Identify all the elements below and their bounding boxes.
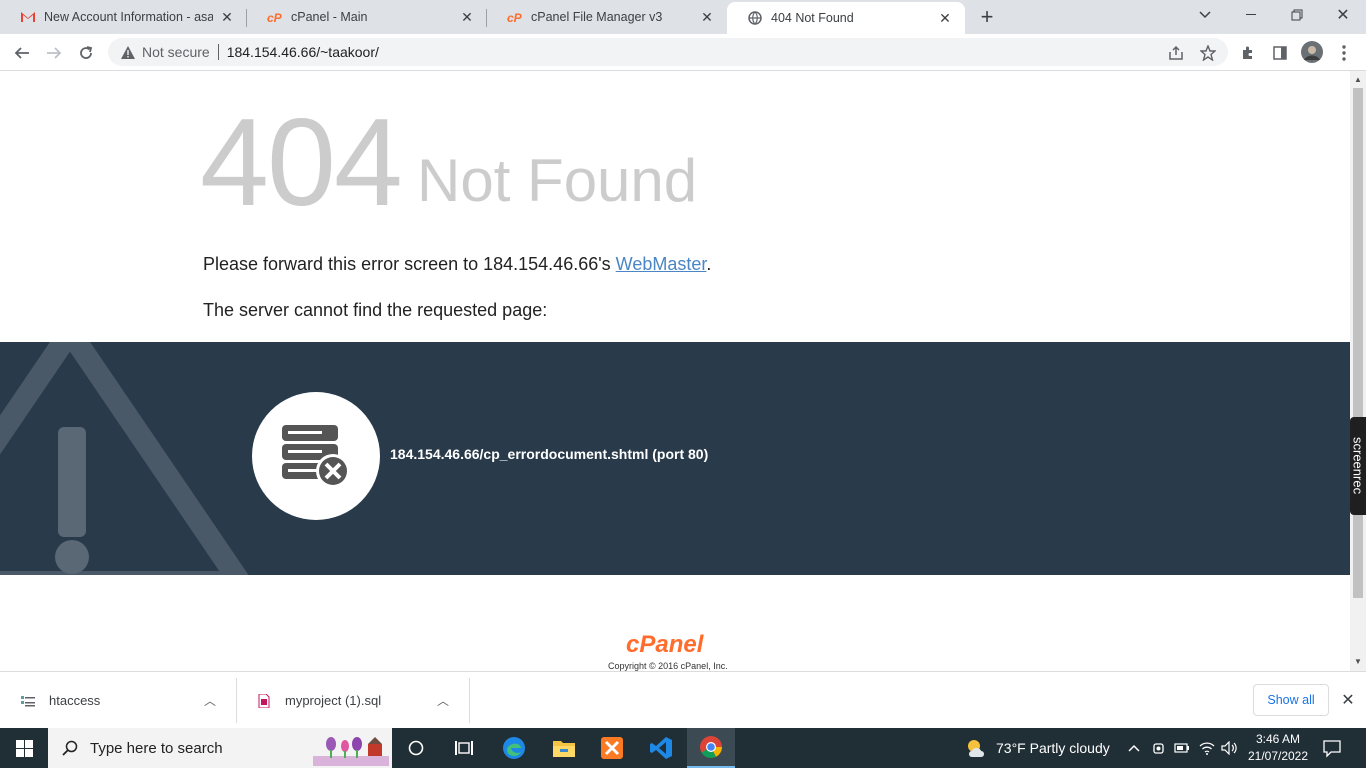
cortana-icon[interactable] bbox=[392, 728, 440, 768]
notification-icon[interactable] bbox=[1322, 738, 1342, 758]
tab-title: 404 Not Found bbox=[771, 11, 854, 25]
taskbar: Type here to search 73°F Partly cloudy 3… bbox=[0, 728, 1366, 768]
download-filename: myproject (1).sql bbox=[285, 693, 382, 708]
webmaster-link[interactable]: WebMaster bbox=[616, 254, 707, 274]
clock[interactable]: 3:46 AM 21/07/2022 bbox=[1246, 731, 1310, 765]
address-bar[interactable]: Not secure 184.154.46.66/~taakoor/ bbox=[108, 38, 1228, 66]
chevron-up-icon[interactable] bbox=[1128, 728, 1140, 768]
reload-button[interactable] bbox=[72, 39, 100, 67]
server-error-icon bbox=[282, 425, 350, 488]
scroll-down-arrow-icon[interactable]: ▼ bbox=[1354, 657, 1362, 666]
close-icon[interactable]: ✕ bbox=[699, 9, 715, 25]
meet-now-icon[interactable] bbox=[1152, 728, 1166, 768]
close-icon[interactable]: ✕ bbox=[937, 10, 953, 26]
tab-search-icon[interactable] bbox=[1182, 0, 1228, 30]
weather-widget[interactable]: 73°F Partly cloudy bbox=[964, 728, 1110, 768]
tab-404[interactable]: 404 Not Found ✕ bbox=[727, 2, 965, 34]
error-heading: Not Found bbox=[417, 147, 698, 214]
scroll-up-arrow-icon[interactable]: ▲ bbox=[1354, 75, 1362, 84]
menu-icon[interactable] bbox=[1334, 44, 1354, 62]
back-button[interactable] bbox=[8, 39, 36, 67]
close-icon[interactable]: ✕ bbox=[219, 9, 235, 25]
copyright-text: Copyright © 2016 cPanel, Inc. bbox=[608, 661, 728, 671]
gmail-icon bbox=[20, 9, 36, 25]
wifi-icon[interactable] bbox=[1199, 728, 1215, 768]
cpanel-logo: cPanel bbox=[626, 631, 704, 658]
xampp-icon[interactable] bbox=[588, 728, 636, 768]
scrollbar-thumb[interactable] bbox=[1353, 88, 1363, 598]
task-view-icon[interactable] bbox=[440, 728, 488, 768]
forward-message: Please forward this error screen to 184.… bbox=[203, 254, 712, 274]
windows-start-icon[interactable] bbox=[0, 728, 48, 768]
address-toolbar: Not secure 184.154.46.66/~taakoor/ bbox=[0, 34, 1366, 71]
cpanel-icon: cP bbox=[267, 9, 283, 25]
partly-cloudy-icon bbox=[968, 740, 984, 757]
tulips-illustration-icon bbox=[313, 737, 389, 766]
clock-time: 3:46 AM bbox=[1255, 732, 1301, 746]
error-code: 404 bbox=[200, 94, 403, 232]
close-window-button[interactable]: ✕ bbox=[1320, 0, 1366, 30]
side-panel-icon[interactable] bbox=[1270, 44, 1290, 62]
sql-file-icon bbox=[256, 693, 272, 709]
search-placeholder: Type here to search bbox=[90, 739, 223, 757]
forward-button[interactable] bbox=[40, 39, 68, 67]
tab-gmail[interactable]: New Account Information - asad ✕ bbox=[0, 0, 247, 34]
server-message: The server cannot find the requested pag… bbox=[203, 300, 548, 320]
bookmark-star-icon[interactable] bbox=[1198, 44, 1218, 62]
file-icon bbox=[20, 693, 36, 709]
vscode-icon[interactable] bbox=[637, 728, 685, 768]
download-item[interactable]: myproject (1).sql ︿ bbox=[236, 672, 469, 729]
avatar[interactable] bbox=[1300, 40, 1324, 64]
search-icon bbox=[60, 740, 80, 756]
volume-icon[interactable] bbox=[1221, 728, 1239, 768]
extensions-icon[interactable] bbox=[1238, 44, 1258, 62]
warning-icon[interactable] bbox=[120, 44, 136, 60]
svg-text:cP: cP bbox=[507, 11, 523, 23]
requested-path: 184.154.46.66/cp_errordocument.shtml (po… bbox=[390, 446, 709, 462]
download-bar: htaccess ︿ myproject (1).sql ︿ Show all … bbox=[0, 671, 1366, 728]
edge-icon[interactable] bbox=[490, 728, 538, 768]
tab-title: New Account Information - asad bbox=[44, 10, 213, 24]
battery-icon[interactable] bbox=[1174, 728, 1190, 768]
download-item[interactable]: htaccess ︿ bbox=[0, 672, 236, 729]
tab-title: cPanel - Main bbox=[291, 10, 368, 24]
share-icon[interactable] bbox=[1166, 44, 1186, 62]
clock-date: 21/07/2022 bbox=[1247, 749, 1309, 763]
tab-cpanel-file-manager[interactable]: cP cPanel File Manager v3 ✕ bbox=[487, 0, 727, 34]
tab-title: cPanel File Manager v3 bbox=[531, 10, 663, 24]
cpanel-icon: cP bbox=[507, 9, 523, 25]
close-icon[interactable]: ✕ bbox=[459, 9, 475, 25]
restore-button[interactable] bbox=[1274, 0, 1320, 30]
error-band: 184.154.46.66/cp_errordocument.shtml (po… bbox=[0, 342, 1350, 575]
tab-cpanel-main[interactable]: cP cPanel - Main ✕ bbox=[247, 0, 487, 34]
url-text[interactable]: 184.154.46.66/~taakoor/ bbox=[227, 44, 379, 60]
taskbar-search-box[interactable]: Type here to search bbox=[48, 728, 392, 768]
chevron-up-icon[interactable]: ︿ bbox=[437, 692, 449, 709]
chrome-icon[interactable] bbox=[687, 728, 735, 768]
weather-text: 73°F Partly cloudy bbox=[996, 740, 1110, 756]
new-tab-button[interactable]: + bbox=[975, 4, 999, 29]
screenrec-overlay[interactable]: screenrec bbox=[1350, 417, 1366, 515]
svg-text:cP: cP bbox=[267, 11, 283, 23]
chevron-up-icon[interactable]: ︿ bbox=[204, 692, 216, 709]
page-scrollbar[interactable]: ▲ ▼ bbox=[1350, 71, 1366, 671]
globe-icon bbox=[747, 10, 763, 26]
minimize-button[interactable] bbox=[1228, 0, 1274, 30]
page-content: 404 Not Found Please forward this error … bbox=[0, 71, 1350, 671]
security-label[interactable]: Not secure bbox=[142, 44, 210, 60]
warning-triangle-icon bbox=[0, 342, 249, 575]
file-explorer-icon[interactable] bbox=[540, 728, 588, 768]
download-filename: htaccess bbox=[49, 693, 101, 708]
server-error-badge bbox=[252, 392, 380, 520]
tab-strip: New Account Information - asad ✕ cP cPan… bbox=[0, 0, 1366, 34]
close-download-bar-icon[interactable]: ✕ bbox=[1338, 690, 1358, 710]
show-all-button[interactable]: Show all bbox=[1253, 684, 1329, 716]
